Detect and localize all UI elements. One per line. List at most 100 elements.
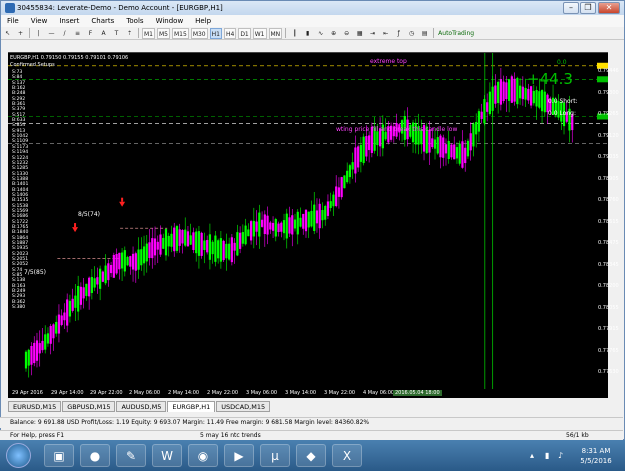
candle-body xyxy=(217,240,220,259)
fractal-down-arrow-icon xyxy=(119,201,126,207)
candle-body xyxy=(263,214,266,234)
candle-body xyxy=(219,238,222,262)
app-icon-blue[interactable]: ◆ xyxy=(296,444,326,467)
candle-body xyxy=(159,234,162,255)
tile-icon[interactable]: ▦ xyxy=(354,28,365,39)
timeframe-m1[interactable]: M1 xyxy=(142,27,155,39)
candle-body xyxy=(488,91,492,115)
channel-icon[interactable]: ≡ xyxy=(72,28,83,39)
candle-body xyxy=(49,325,52,344)
media-icon[interactable]: ▶ xyxy=(224,444,254,467)
candle-body xyxy=(247,229,250,237)
candle-body xyxy=(170,233,173,247)
word-icon[interactable]: W xyxy=(152,444,182,467)
tab-eurgbp[interactable]: EURGBP,H1 xyxy=(167,401,216,412)
candle-body xyxy=(142,246,146,264)
explorer-icon[interactable]: ▣ xyxy=(44,444,74,467)
menu-bar: File View Insert Charts Tools Window Hel… xyxy=(1,15,624,27)
candle-body xyxy=(140,249,143,266)
candle-body xyxy=(461,141,464,168)
indicators-icon[interactable]: ƒ xyxy=(393,28,404,39)
candle-body xyxy=(274,219,277,237)
menu-window[interactable]: Window xyxy=(150,17,190,25)
timeframe-h4[interactable]: H4 xyxy=(223,27,237,39)
utorrent-icon[interactable]: µ xyxy=(260,444,290,467)
time-tick: 3 May 22:00 xyxy=(324,390,356,396)
candle-body xyxy=(74,295,77,308)
taskbar: ▣ ● ✎ W ◉ ▶ µ ◆ X ▴ ▮ ♪ 8:31 AM 5/5/2016 xyxy=(0,440,625,471)
candle-body xyxy=(131,253,135,270)
tab-usdcad[interactable]: USDCAD,M15 xyxy=(216,401,271,412)
autoscroll-icon[interactable]: ⇥ xyxy=(367,28,378,39)
templates-icon[interactable]: ▤ xyxy=(419,28,430,39)
cursor-icon[interactable]: ↖ xyxy=(2,28,13,39)
minimize-button[interactable]: – xyxy=(563,2,579,14)
candle-chart-icon[interactable]: ▮ xyxy=(302,28,313,39)
line-chart-icon[interactable]: ∿ xyxy=(315,28,326,39)
restore-button[interactable]: ❐ xyxy=(580,2,596,14)
menu-charts[interactable]: Charts xyxy=(85,17,120,25)
candle-body xyxy=(112,254,115,278)
time-tick: 29 Apr 22:00 xyxy=(90,390,123,396)
candle-body xyxy=(502,81,505,102)
candle-body xyxy=(52,324,55,339)
menu-help[interactable]: Help xyxy=(189,17,217,25)
timeframe-m5[interactable]: M5 xyxy=(157,27,170,39)
horizontal-line-icon[interactable]: — xyxy=(46,28,57,39)
clock[interactable]: 8:31 AM 5/5/2016 xyxy=(572,446,620,466)
candle-body xyxy=(104,265,107,284)
autotrading-button[interactable]: AutoTrading xyxy=(437,28,475,39)
candle-body xyxy=(337,187,341,197)
network-icon[interactable]: ▮ xyxy=(545,451,549,460)
arrow-icon[interactable]: ⇡ xyxy=(124,28,135,39)
pen-icon[interactable]: ✎ xyxy=(116,444,146,467)
timeframe-w1[interactable]: W1 xyxy=(252,27,267,39)
timeframe-m15[interactable]: M15 xyxy=(172,27,189,39)
close-button[interactable]: ✕ xyxy=(598,2,620,14)
start-button[interactable] xyxy=(6,443,31,468)
bar-chart-icon[interactable]: ┃ xyxy=(289,28,300,39)
candle-body xyxy=(173,227,176,252)
candle-body xyxy=(486,102,489,112)
periods-icon[interactable]: ◷ xyxy=(406,28,417,39)
volume-icon[interactable]: ♪ xyxy=(558,451,563,460)
menu-view[interactable]: View xyxy=(25,17,54,25)
timeframe-d1[interactable]: D1 xyxy=(238,27,251,39)
menu-tools[interactable]: Tools xyxy=(120,17,149,25)
menu-file[interactable]: File xyxy=(1,17,25,25)
candle-body xyxy=(123,250,126,272)
zoom-out-icon[interactable]: ⊖ xyxy=(341,28,352,39)
tray-icon[interactable]: ▴ xyxy=(530,451,534,460)
menu-insert[interactable]: Insert xyxy=(53,17,85,25)
trendline-icon[interactable]: / xyxy=(59,28,70,39)
candle-body xyxy=(27,349,30,366)
candle-body xyxy=(508,79,511,101)
price-chart[interactable] xyxy=(8,52,608,398)
candle-body xyxy=(340,177,343,198)
candle-body xyxy=(233,242,236,251)
candle-body xyxy=(153,238,157,256)
chart-shift-icon[interactable]: ⇤ xyxy=(380,28,391,39)
timeframe-mn[interactable]: MN xyxy=(268,27,283,39)
timeframe-h1[interactable]: H1 xyxy=(209,27,222,39)
zoom-in-icon[interactable]: ⊕ xyxy=(328,28,339,39)
label-icon[interactable]: T xyxy=(111,28,122,39)
candle-body xyxy=(540,90,544,112)
candle-body xyxy=(252,220,255,237)
text-icon[interactable]: A xyxy=(98,28,109,39)
fibonacci-icon[interactable]: F xyxy=(85,28,96,39)
candle-body xyxy=(189,235,192,245)
tab-eurusd[interactable]: EURUSD,M15 xyxy=(8,401,62,412)
xm-icon[interactable]: X xyxy=(332,444,362,467)
vertical-line-icon[interactable]: | xyxy=(33,28,44,39)
timeframe-m30[interactable]: M30 xyxy=(190,27,208,39)
candle-body xyxy=(324,205,327,220)
candle-body xyxy=(88,277,91,297)
crosshair-icon[interactable]: + xyxy=(15,28,26,39)
chart-canvas xyxy=(8,53,608,398)
candle-body xyxy=(137,249,140,270)
firefox-icon[interactable]: ◉ xyxy=(188,444,218,467)
tab-audusd[interactable]: AUDUSD,M5 xyxy=(116,401,167,412)
chrome-icon[interactable]: ● xyxy=(80,444,110,467)
tab-gbpusd[interactable]: GBPUSD,M15 xyxy=(62,401,116,412)
